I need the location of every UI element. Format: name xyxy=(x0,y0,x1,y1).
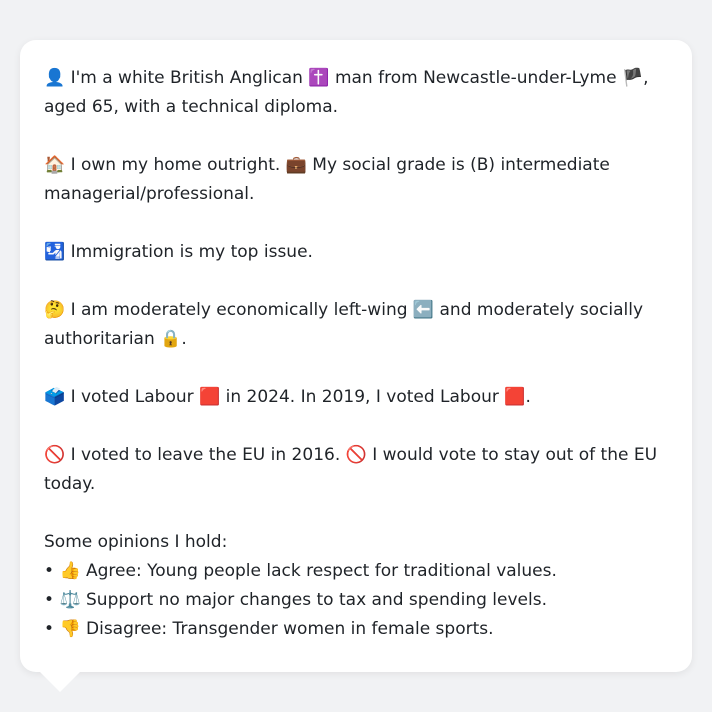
opinions-heading: Some opinions I hold: xyxy=(44,532,228,552)
thumbs-down-icon: 👎 xyxy=(59,619,81,639)
thumbs-up-icon: 👍 xyxy=(59,561,81,581)
eu-paragraph: 🚫 I voted to leave the EU in 2016. 🚫 I w… xyxy=(44,441,668,499)
identity-text-b: man from Newcastle-under-Lyme xyxy=(329,68,622,88)
bullet: • xyxy=(44,619,55,639)
house-icon: 🏠 xyxy=(44,155,66,175)
prohibited-icon: 🚫 xyxy=(44,445,66,465)
voting-text-b: in 2024. In 2019, I voted Labour xyxy=(220,387,505,407)
list-item: • ⚖️ Support no major changes to tax and… xyxy=(44,586,668,615)
opinion-text: Support no major changes to tax and spen… xyxy=(80,590,547,610)
bullet: • xyxy=(44,590,55,610)
opinion-text: Agree: Young people lack respect for tra… xyxy=(80,561,557,581)
list-item: • 👍 Agree: Young people lack respect for… xyxy=(44,557,668,586)
list-item: • 👎 Disagree: Transgender women in femal… xyxy=(44,615,668,644)
voting-text-a: I voted Labour xyxy=(65,387,200,407)
opinions-list: • 👍 Agree: Young people lack respect for… xyxy=(44,557,668,644)
bullet: • xyxy=(44,561,55,581)
ideology-text-c: . xyxy=(181,329,187,349)
housing-text-a: I own my home outright. xyxy=(65,155,286,175)
balance-scale-icon: ⚖️ xyxy=(59,590,81,610)
red-square-icon: 🟥 xyxy=(504,387,526,407)
ideology-text-a: I am moderately economically left-wing xyxy=(65,300,413,320)
eu-text-a: I voted to leave the EU in 2016. xyxy=(65,445,346,465)
opinion-text: Disagree: Transgender women in female sp… xyxy=(80,619,494,639)
bubble-tail xyxy=(40,672,80,692)
prohibited-icon: 🚫 xyxy=(345,445,367,465)
ideology-paragraph: 🤔 I am moderately economically left-wing… xyxy=(44,296,668,354)
identity-paragraph: 👤 I'm a white British Anglican ✝️ man fr… xyxy=(44,64,668,122)
issue-text: Immigration is my top issue. xyxy=(65,242,313,262)
england-flag-icon: 🏴 xyxy=(621,68,644,88)
issue-paragraph: 🛂 Immigration is my top issue. xyxy=(44,238,668,267)
person-icon: 👤 xyxy=(44,68,66,88)
ballot-box-icon: 🗳️ xyxy=(44,387,66,407)
thinking-face-icon: 🤔 xyxy=(44,300,66,320)
message-bubble: 👤 I'm a white British Anglican ✝️ man fr… xyxy=(20,40,692,672)
briefcase-icon: 💼 xyxy=(285,155,307,175)
voting-paragraph: 🗳️ I voted Labour 🟥 in 2024. In 2019, I … xyxy=(44,383,668,412)
voting-text-c: . xyxy=(525,387,531,407)
identity-text-a: I'm a white British Anglican xyxy=(65,68,309,88)
passport-control-icon: 🛂 xyxy=(44,242,66,262)
red-square-icon: 🟥 xyxy=(199,387,221,407)
lock-icon: 🔒 xyxy=(160,329,182,349)
cross-icon: ✝️ xyxy=(308,68,330,88)
left-arrow-icon: ⬅️ xyxy=(412,300,435,320)
housing-paragraph: 🏠 I own my home outright. 💼 My social gr… xyxy=(44,151,668,209)
